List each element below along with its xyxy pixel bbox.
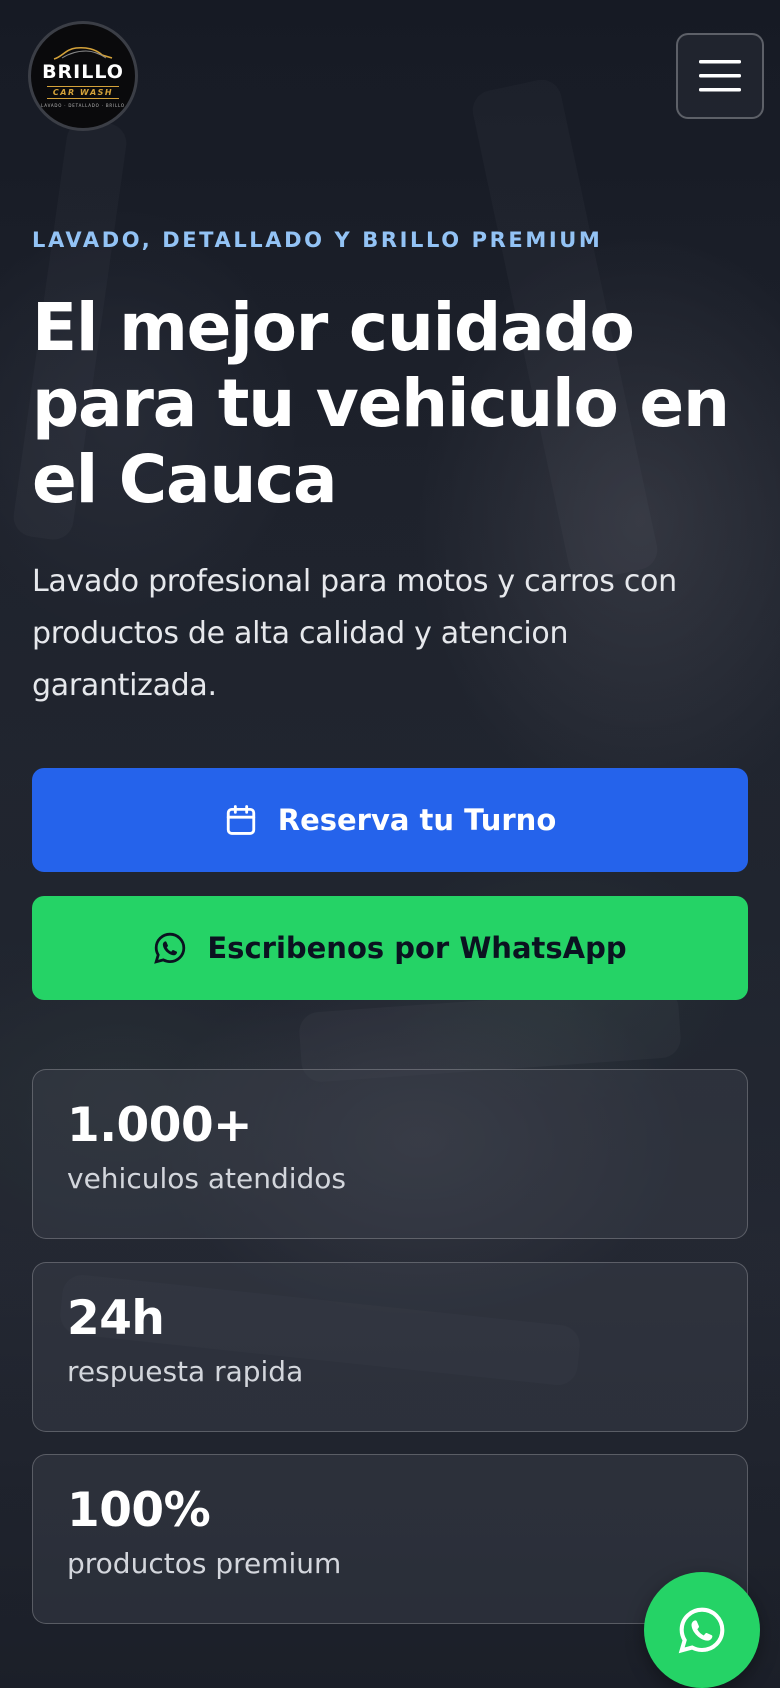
stat-card-vehicles: 1.000+ vehiculos atendidos (32, 1069, 748, 1239)
stat-value: 24h (67, 1291, 165, 1346)
stat-card-products: 100% productos premium (32, 1454, 748, 1624)
logo-subtitle: CAR WASH (46, 85, 120, 99)
stat-label: vehiculos atendidos (67, 1162, 347, 1195)
menu-button[interactable] (676, 33, 764, 119)
whatsapp-button-label: Escribenos por WhatsApp (207, 931, 627, 965)
brand-logo[interactable]: BRILLO CAR WASH LAVADO · DETALLADO · BRI… (28, 21, 138, 131)
hamburger-menu-icon (699, 60, 741, 92)
car-outline-icon (53, 46, 113, 60)
hero-description: Lavado profesional para motos y carros c… (32, 564, 677, 703)
stat-label: productos premium (67, 1547, 342, 1580)
stat-value: 1.000+ (67, 1098, 253, 1153)
whatsapp-icon (678, 1607, 725, 1654)
floating-whatsapp-button[interactable] (644, 1572, 760, 1688)
hero-section: BRILLO CAR WASH LAVADO · DETALLADO · BRI… (0, 0, 780, 1688)
whatsapp-icon (153, 931, 187, 965)
reserve-turn-button[interactable]: Reserva tu Turno (32, 768, 748, 872)
reserve-turn-label: Reserva tu Turno (277, 803, 557, 837)
stat-card-response: 24h respuesta rapida (32, 1262, 748, 1432)
whatsapp-button[interactable]: Escribenos por WhatsApp (32, 896, 748, 1000)
hero-headline: El mejor cuidado para tu vehiculo en el … (32, 289, 730, 518)
hero-eyebrow: LAVADO, DETALLADO Y BRILLO PREMIUM (32, 228, 603, 252)
calendar-icon (224, 803, 258, 837)
logo-brand: BRILLO (42, 60, 124, 83)
stat-label: respuesta rapida (67, 1355, 304, 1388)
stat-value: 100% (67, 1483, 211, 1538)
logo-tagline: LAVADO · DETALLADO · BRILLO (41, 102, 125, 108)
